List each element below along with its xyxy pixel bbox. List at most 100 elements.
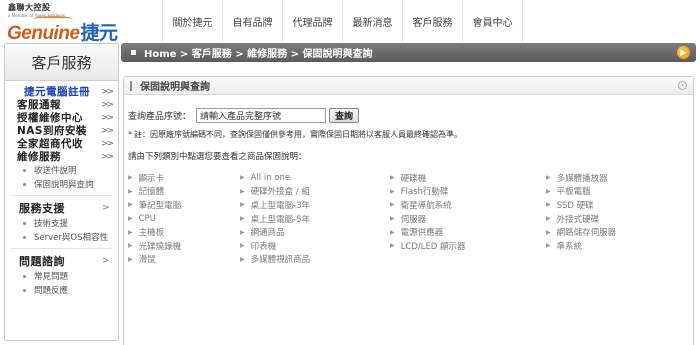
category-label: 伺服器	[400, 214, 427, 225]
category-link[interactable]: ▶ 記憶體	[128, 185, 181, 199]
sidebar-divider	[11, 248, 112, 249]
nav-customer-service[interactable]: 客戶服務	[403, 0, 462, 42]
category-column: ▶ 多媒體播放器 ▶ 平板電腦 ▶ SSD 硬碟 ▶ 外接式硬碟 ▶ 網路儲存伺服器 ▶ 準…	[546, 171, 616, 253]
bullet-icon	[23, 182, 26, 186]
sidebar-subitem-tech-support[interactable]: 技術支援	[5, 216, 118, 230]
sidebar-title: 客戶服務	[5, 44, 118, 81]
category-link[interactable]: ▶ 伺服器	[390, 212, 466, 226]
category-label: 滑鼠	[138, 255, 156, 266]
nav-about[interactable]: 關於捷元	[163, 0, 222, 42]
category-link[interactable]: ▶ 印表機	[240, 239, 310, 253]
category-link[interactable]: ▶ 平板電腦	[546, 185, 616, 199]
chevron-right-icon: >	[101, 203, 110, 213]
triangle-right-icon: ▶	[546, 201, 551, 209]
category-label: 準系統	[556, 241, 583, 252]
triangle-right-icon: ▶	[240, 242, 245, 250]
double-chevron-icon: >>	[100, 125, 114, 136]
category-label: 多媒體視訊商品	[250, 255, 311, 266]
warranty-panel: 保固說明與查詢 › 查詢產品序號： 查詢 *註：因原廠序號編碼不同，查詢保固僅供…	[123, 76, 694, 345]
triangle-right-icon: ▶	[546, 215, 551, 223]
category-link[interactable]: ▶ All in one	[240, 171, 310, 185]
category-link[interactable]: ▶ 硬碟外接盒 / 組	[240, 185, 310, 199]
collapse-circle-icon[interactable]: ›	[678, 81, 687, 90]
sidebar-item-repair-service[interactable]: 維修服務 >>	[5, 150, 118, 163]
sidebar-subitem-label: 問題反應	[34, 286, 69, 296]
category-link[interactable]: ▶ 桌上型電腦-3年	[240, 198, 310, 212]
category-link[interactable]: ▶ 電源供應器	[390, 225, 466, 239]
category-label: 桌上型電腦-3年	[250, 200, 311, 211]
triangle-right-icon: ▶	[240, 187, 245, 195]
bullet-icon	[23, 288, 26, 292]
category-label: 筆記型電腦	[138, 200, 182, 211]
sidebar-subitem-server-os[interactable]: Server與OS相容性	[5, 230, 118, 244]
triangle-right-icon: ▶	[128, 215, 133, 223]
sidebar-subitem-common-questions[interactable]: 常見問題	[5, 269, 118, 283]
triangle-right-icon: ▶	[390, 201, 395, 209]
category-label: CPU	[138, 213, 156, 224]
category-link[interactable]: ▶ 準系統	[546, 239, 616, 253]
category-label: 硬碟機	[400, 173, 427, 184]
category-label: All in one	[250, 172, 291, 183]
bullet-icon	[23, 235, 26, 239]
triangle-right-icon: ▶	[128, 255, 133, 263]
double-chevron-icon: >>	[100, 138, 114, 149]
breadcrumb: Home > 客戶服務 > 維修服務 > 保固說明與查詢 ▶	[121, 43, 696, 62]
category-link[interactable]: ▶ 多媒體播放器	[546, 171, 616, 185]
sidebar-subitem-label: 收送件說明	[34, 166, 77, 176]
asterisk-icon: *	[128, 130, 132, 139]
category-link[interactable]: ▶ 網通商品	[240, 225, 310, 239]
nav-news[interactable]: 最新消息	[343, 0, 402, 42]
category-link[interactable]: ▶ 衛星導航系統	[390, 198, 466, 212]
category-label: 平板電腦	[556, 187, 591, 198]
sidebar-section-label: 問題諮詢	[19, 255, 65, 268]
category-label: 顯示卡	[138, 173, 165, 184]
category-link[interactable]: ▶ 桌上型電腦-5年	[240, 212, 310, 226]
sidebar-subitem-delivery[interactable]: 收送件說明	[5, 163, 118, 177]
category-label: 外接式硬碟	[556, 214, 600, 225]
category-link[interactable]: ▶ SSD 硬碟	[546, 198, 616, 212]
category-link[interactable]: ▶ 筆記型電腦	[128, 198, 181, 212]
nav-divider	[522, 0, 523, 42]
play-arrow-icon[interactable]: ▶	[677, 46, 690, 59]
category-link[interactable]: ▶ 網路儲存伺服器	[546, 225, 616, 239]
category-link[interactable]: ▶ CPU	[128, 212, 181, 226]
sidebar-section-support[interactable]: 服務支援 >	[5, 200, 118, 216]
category-label: 衛星導航系統	[400, 200, 452, 211]
category-label: 多媒體播放器	[556, 173, 608, 184]
category-link[interactable]: ▶ 主機板	[128, 225, 181, 239]
square-bullet-icon	[131, 50, 136, 55]
triangle-right-icon: ▶	[390, 228, 395, 236]
triangle-right-icon: ▶	[390, 242, 395, 250]
breadcrumb-text[interactable]: Home > 客戶服務 > 維修服務 > 保固說明與查詢	[144, 45, 372, 60]
logo[interactable]: 鑫聯大控股 a Member of Yageo Holdings Genuine…	[3, 2, 163, 44]
category-link[interactable]: ▶ 外接式硬碟	[546, 212, 616, 226]
category-link[interactable]: ▶ 多媒體視訊商品	[240, 253, 310, 267]
nav-member-center[interactable]: 會員中心	[463, 0, 522, 42]
sidebar-section-label: 服務支援	[19, 202, 65, 215]
top-navigation: 關於捷元 自有品牌 代理品牌 最新消息 客戶服務 會員中心	[162, 0, 523, 42]
category-column: ▶ All in one ▶ 硬碟外接盒 / 組 ▶ 桌上型電腦-3年 ▶ 桌上型電腦-…	[240, 171, 310, 266]
sidebar-section-faq[interactable]: 問題諮詢 >	[5, 253, 118, 269]
category-link[interactable]: ▶ 硬碟機	[390, 171, 466, 185]
header-bar-icon	[130, 80, 132, 91]
category-link[interactable]: ▶ 滑鼠	[128, 253, 181, 267]
search-button[interactable]: 查詢	[329, 108, 360, 123]
nav-own-brands[interactable]: 自有品牌	[223, 0, 282, 42]
sidebar-subitem-feedback[interactable]: 問題反應	[5, 283, 118, 297]
triangle-right-icon: ▶	[128, 187, 133, 195]
nav-agency-brands[interactable]: 代理品牌	[283, 0, 342, 42]
category-link[interactable]: ▶ LCD/LED 顯示器	[390, 239, 466, 253]
category-link[interactable]: ▶ 顯示卡	[128, 171, 181, 185]
category-label: 主機板	[138, 228, 165, 239]
sidebar-subitem-label: 常見問題	[34, 272, 69, 282]
triangle-right-icon: ▶	[240, 201, 245, 209]
triangle-right-icon: ▶	[128, 228, 133, 236]
serial-search-input[interactable]	[196, 108, 327, 123]
category-label: LCD/LED 顯示器	[400, 241, 466, 252]
bullet-icon	[23, 168, 26, 172]
sidebar-subitem-warranty[interactable]: 保固說明與查詢	[5, 177, 118, 191]
category-link[interactable]: ▶ Flash行動碟	[390, 185, 466, 199]
category-link[interactable]: ▶ 光碟燒錄機	[128, 239, 181, 253]
triangle-right-icon: ▶	[390, 187, 395, 195]
triangle-right-icon: ▶	[240, 228, 245, 236]
